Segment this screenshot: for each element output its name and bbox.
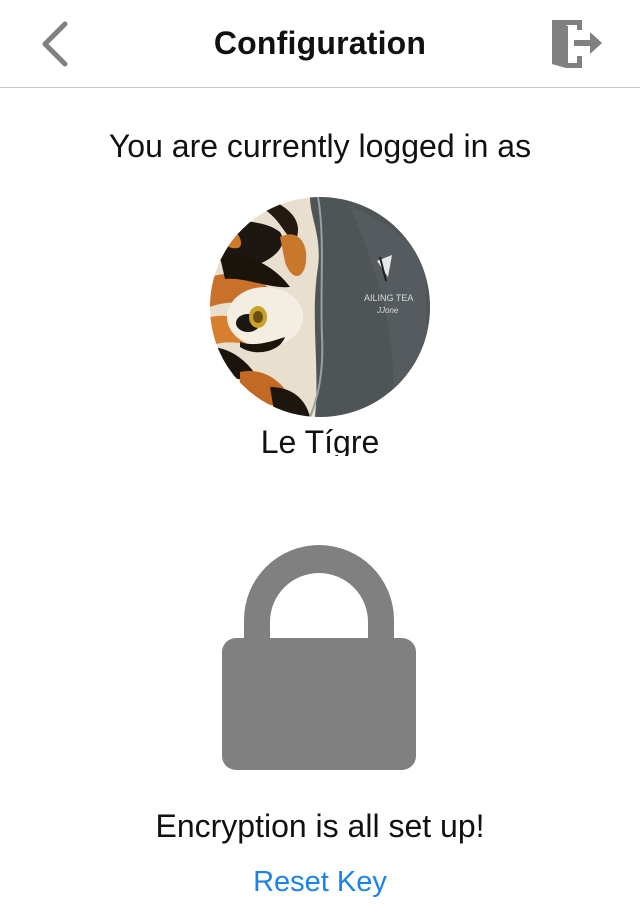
logout-door-icon [552,20,602,68]
svg-text:JJone: JJone [376,306,399,315]
logged-in-label: You are currently logged in as [108,128,532,164]
user-avatar-photo: AILING TEA JJone [210,197,430,417]
reset-key-link[interactable]: Reset Key [0,866,640,899]
lock-icon [222,542,416,770]
encryption-status: Encryption is all set up! [155,808,485,844]
avatar: AILING TEA JJone [210,197,430,417]
logout-button[interactable] [544,16,608,72]
username: Le Tígre [260,424,380,456]
navigation-bar: Configuration [0,0,640,88]
svg-text:AILING TEA: AILING TEA [364,293,413,303]
